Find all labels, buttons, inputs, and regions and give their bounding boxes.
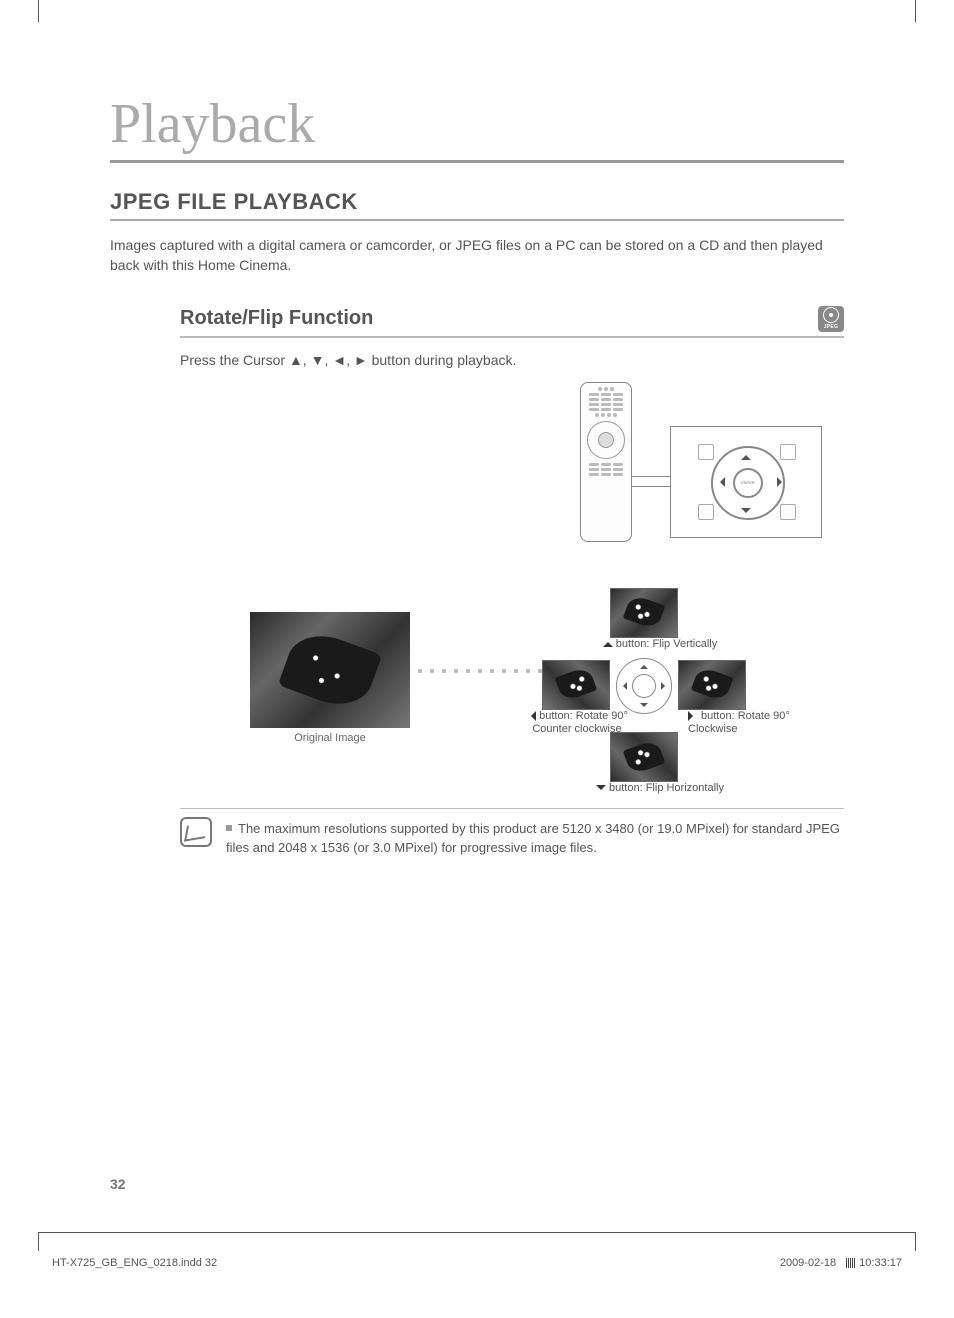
original-image-illustration: [250, 612, 410, 728]
section-title: JPEG FILE PLAYBACK: [110, 189, 844, 221]
footer-date: 2009-02-18: [780, 1257, 836, 1269]
crop-mark-top: [38, 0, 916, 22]
intro-text: Images captured with a digital camera or…: [110, 235, 844, 276]
flip-vertical-thumb: [610, 588, 678, 638]
label-rotate-ccw: button: Rotate 90° Counter clockwise: [522, 710, 632, 736]
page-number: 32: [110, 1176, 126, 1192]
label-rotate-cw: button: Rotate 90° Clockwise: [688, 710, 808, 736]
left-arrow-icon: [526, 711, 536, 721]
footer-time: 10:33:17: [859, 1257, 902, 1269]
diagram-area: ENTER Original Image button: Flip Vertic…: [180, 378, 844, 798]
footer-hatch-icon: [846, 1258, 856, 1268]
callout-line: [632, 486, 670, 487]
flip-horizontal-thumb: [610, 732, 678, 782]
up-arrow-icon: [603, 637, 613, 647]
page: Playback JPEG FILE PLAYBACK Images captu…: [0, 22, 954, 1232]
right-arrow-icon: [688, 711, 698, 721]
dpad-center-illustration: [616, 658, 672, 714]
print-footer: HT-X725_GB_ENG_0218.indd 32 2009-02-18 1…: [0, 1251, 954, 1279]
subsection-title: Rotate/Flip Function: [180, 307, 818, 334]
dpad-illustration: ENTER: [696, 444, 796, 520]
crop-mark-bottom: [38, 1232, 916, 1251]
footer-filename: HT-X725_GB_ENG_0218.indd 32: [52, 1257, 217, 1269]
note-box: The maximum resolutions supported by thi…: [180, 808, 844, 858]
jpeg-disc-icon: JPEG: [818, 306, 844, 332]
note-text: The maximum resolutions supported by thi…: [226, 819, 844, 858]
bullet-icon: [226, 825, 232, 831]
chapter-title: Playback: [110, 92, 844, 163]
label-flip-horizontal: button: Flip Horizontally: [580, 782, 740, 795]
callout-line: [632, 476, 670, 477]
dpad-callout-box: ENTER: [670, 426, 822, 538]
rotate-cw-thumb: [678, 660, 746, 710]
rotate-ccw-thumb: [542, 660, 610, 710]
remote-control-illustration: [580, 382, 632, 542]
subsection-rotate-flip: Rotate/Flip Function JPEG Press the Curs…: [180, 306, 844, 798]
label-flip-vertical: button: Flip Vertically: [580, 638, 740, 651]
down-arrow-icon: [596, 785, 606, 795]
note-icon: [180, 817, 212, 847]
original-image-caption: Original Image: [250, 732, 410, 744]
instruction-text: Press the Cursor ▲, ▼, ◄, ► button durin…: [180, 352, 844, 368]
